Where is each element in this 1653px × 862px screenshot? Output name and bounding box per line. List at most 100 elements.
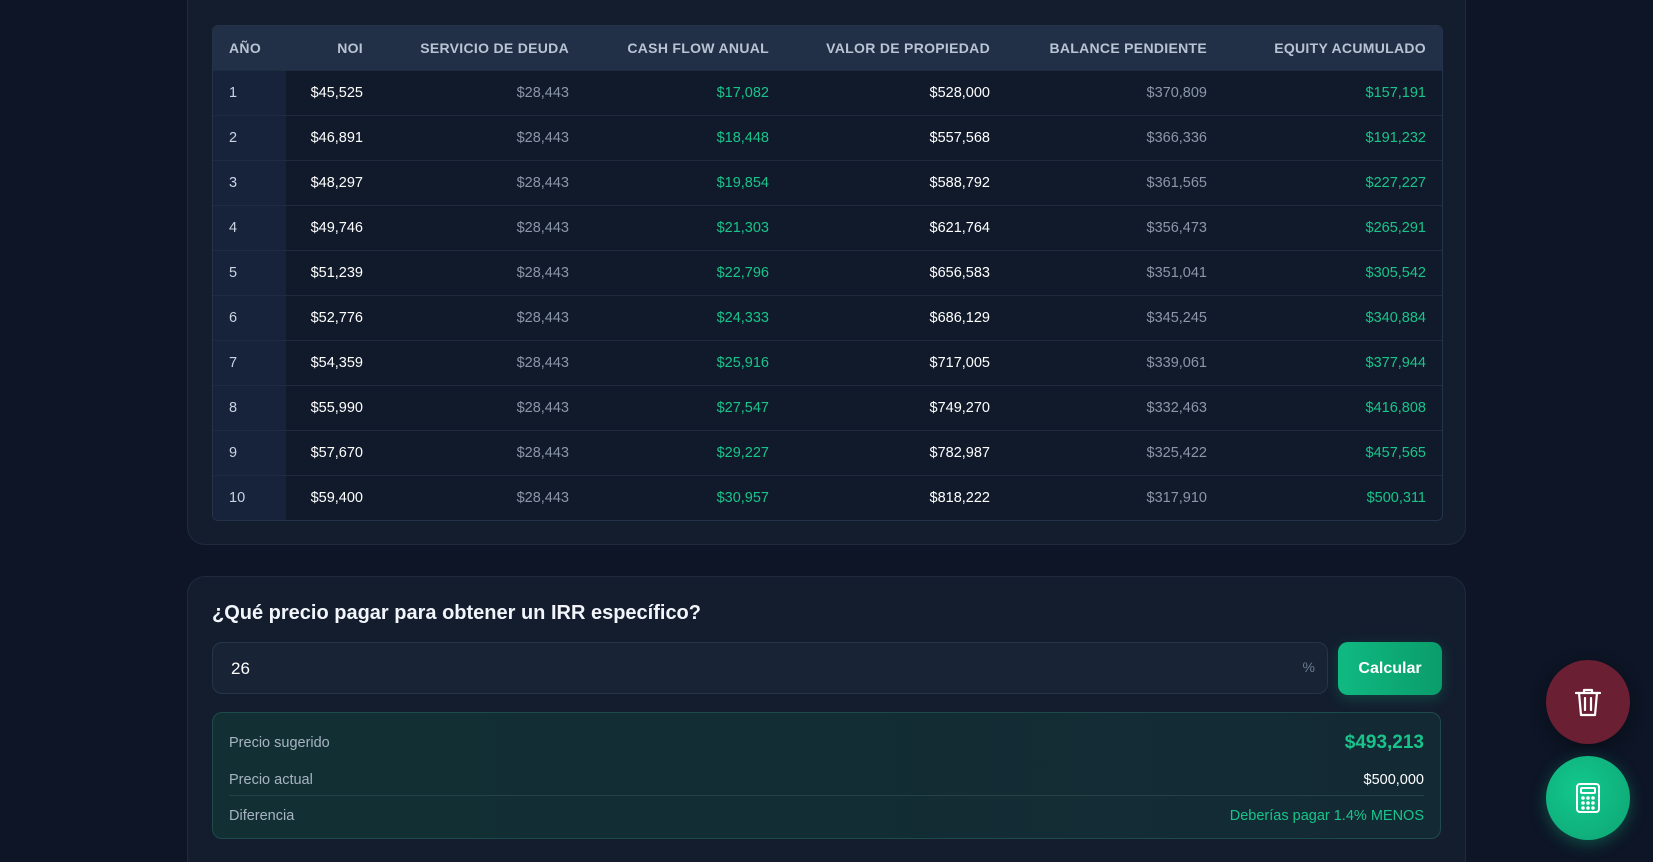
cell-equity: $265,291	[1365, 219, 1426, 236]
cell-equity: $305,542	[1365, 264, 1426, 281]
cell-noi: $45,525	[310, 84, 363, 101]
cell-value: $621,764	[929, 219, 990, 236]
cell-equity: $377,944	[1365, 354, 1426, 371]
header-balance: BALANCE PENDIENTE	[1049, 39, 1207, 56]
target-irr-input[interactable]	[229, 643, 1273, 695]
cell-value: $656,583	[929, 264, 990, 281]
table-row: 1 $45,525 $28,443 $17,082 $528,000 $370,…	[213, 70, 1442, 115]
irr-calculator-card: ¿Qué precio pagar para obtener un IRR es…	[187, 576, 1466, 862]
cell-value: $588,792	[929, 174, 990, 191]
table-row: 10 $59,400 $28,443 $30,957 $818,222 $317…	[213, 475, 1442, 520]
cell-debt: $28,443	[516, 264, 569, 281]
table-row: 2 $46,891 $28,443 $18,448 $557,568 $366,…	[213, 115, 1442, 160]
cell-debt: $28,443	[516, 129, 569, 146]
cell-value: $528,000	[929, 84, 990, 101]
cell-noi: $55,990	[310, 399, 363, 416]
cell-debt: $28,443	[516, 489, 569, 506]
cell-year: 9	[213, 430, 286, 475]
cell-value: $782,987	[929, 444, 990, 461]
table-row: 8 $55,990 $28,443 $27,547 $749,270 $332,…	[213, 385, 1442, 430]
cell-balance: $325,422	[1146, 444, 1207, 461]
cell-balance: $366,336	[1146, 129, 1207, 146]
cell-debt: $28,443	[516, 354, 569, 371]
cell-value: $557,568	[929, 129, 990, 146]
calculator-button[interactable]	[1546, 756, 1630, 840]
projection-table: AÑO NOI SERVICIO DE DEUDA CASH FLOW ANUA…	[213, 26, 1442, 520]
target-irr-field[interactable]: %	[212, 642, 1328, 695]
header-noi: NOI	[337, 39, 363, 56]
difference-row: Diferencia Deberías pagar 1.4% MENOS	[229, 801, 1424, 831]
table-header-row: AÑO NOI SERVICIO DE DEUDA CASH FLOW ANUA…	[213, 26, 1442, 70]
cell-noi: $51,239	[310, 264, 363, 281]
cell-cash: $19,854	[716, 174, 769, 191]
cell-cash: $25,916	[716, 354, 769, 371]
table-row: 5 $51,239 $28,443 $22,796 $656,583 $351,…	[213, 250, 1442, 295]
cell-value: $818,222	[929, 489, 990, 506]
cell-year: 2	[213, 115, 286, 160]
cell-year: 5	[213, 250, 286, 295]
cell-equity: $340,884	[1365, 309, 1426, 326]
cell-cash: $17,082	[716, 84, 769, 101]
cell-debt: $28,443	[516, 84, 569, 101]
table-body: 1 $45,525 $28,443 $17,082 $528,000 $370,…	[213, 70, 1442, 520]
projection-card: AÑO NOI SERVICIO DE DEUDA CASH FLOW ANUA…	[187, 0, 1466, 545]
cell-equity: $191,232	[1365, 129, 1426, 146]
delete-button[interactable]	[1546, 660, 1630, 744]
difference-label: Diferencia	[229, 808, 295, 824]
header-property-value: VALOR DE PROPIEDAD	[826, 39, 990, 56]
table-row: 4 $49,746 $28,443 $21,303 $621,764 $356,…	[213, 205, 1442, 250]
cell-value: $717,005	[929, 354, 990, 371]
header-equity: EQUITY ACUMULADO	[1274, 39, 1426, 56]
trash-icon	[1574, 688, 1602, 717]
calculator-icon	[1576, 783, 1600, 813]
current-price-row: Precio actual $500,000	[229, 765, 1424, 796]
cell-balance: $317,910	[1146, 489, 1207, 506]
cell-value: $686,129	[929, 309, 990, 326]
cell-year: 7	[213, 340, 286, 385]
cell-balance: $332,463	[1146, 399, 1207, 416]
cell-value: $749,270	[929, 399, 990, 416]
cell-debt: $28,443	[516, 219, 569, 236]
cell-balance: $351,041	[1146, 264, 1207, 281]
projection-table-wrapper: AÑO NOI SERVICIO DE DEUDA CASH FLOW ANUA…	[212, 25, 1443, 521]
cell-debt: $28,443	[516, 444, 569, 461]
cell-equity: $157,191	[1365, 84, 1426, 101]
header-cash-flow: CASH FLOW ANUAL	[627, 39, 769, 56]
cell-balance: $361,565	[1146, 174, 1207, 191]
cell-cash: $18,448	[716, 129, 769, 146]
table-row: 3 $48,297 $28,443 $19,854 $588,792 $361,…	[213, 160, 1442, 205]
cell-noi: $52,776	[310, 309, 363, 326]
cell-cash: $24,333	[716, 309, 769, 326]
cell-balance: $356,473	[1146, 219, 1207, 236]
table-row: 7 $54,359 $28,443 $25,916 $717,005 $339,…	[213, 340, 1442, 385]
cell-noi: $59,400	[310, 489, 363, 506]
page: AÑO NOI SERVICIO DE DEUDA CASH FLOW ANUA…	[0, 0, 1653, 862]
cell-cash: $30,957	[716, 489, 769, 506]
cell-equity: $457,565	[1365, 444, 1426, 461]
cell-cash: $29,227	[716, 444, 769, 461]
cell-equity: $500,311	[1366, 489, 1426, 506]
cell-balance: $339,061	[1146, 354, 1207, 371]
suggested-price-value: $493,213	[1344, 732, 1424, 753]
cell-noi: $49,746	[310, 219, 363, 236]
cell-noi: $54,359	[310, 354, 363, 371]
table-row: 6 $52,776 $28,443 $24,333 $686,129 $345,…	[213, 295, 1442, 340]
cell-debt: $28,443	[516, 174, 569, 191]
cell-noi: $46,891	[310, 129, 363, 146]
cell-year: 4	[213, 205, 286, 250]
cell-cash: $27,547	[716, 399, 769, 416]
suggested-price-label: Precio sugerido	[229, 735, 330, 751]
current-price-label: Precio actual	[229, 772, 313, 788]
cell-year: 6	[213, 295, 286, 340]
cell-year: 1	[213, 70, 286, 115]
cell-equity: $227,227	[1365, 174, 1426, 191]
cell-cash: $21,303	[716, 219, 769, 236]
calculate-button[interactable]: Calcular	[1338, 642, 1442, 695]
difference-value: Deberías pagar 1.4% MENOS	[1229, 808, 1424, 824]
cell-balance: $370,809	[1146, 84, 1207, 101]
percent-suffix: %	[1302, 659, 1315, 675]
cell-debt: $28,443	[516, 309, 569, 326]
suggested-price-row: Precio sugerido $493,213	[229, 727, 1424, 759]
cell-year: 10	[213, 475, 286, 520]
irr-calculator-title: ¿Qué precio pagar para obtener un IRR es…	[212, 602, 701, 624]
